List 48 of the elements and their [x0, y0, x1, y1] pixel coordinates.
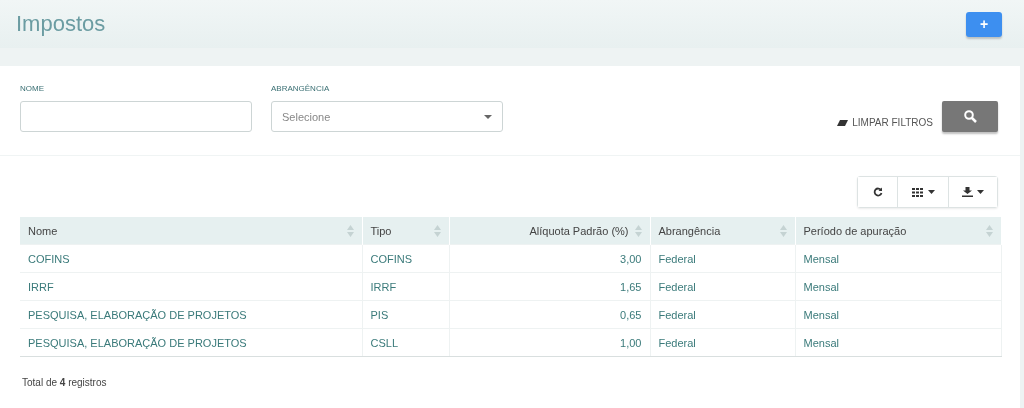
refresh-icon — [872, 187, 883, 197]
table-cell: Federal — [650, 328, 795, 357]
table-cell: 1,65 — [449, 272, 650, 301]
caret-icon — [927, 190, 935, 194]
select-field[interactable]: Selecione — [271, 101, 503, 132]
column-header[interactable]: Abrangência — [650, 217, 795, 245]
table-cell: 3,00 — [449, 244, 650, 273]
record-count: Total de 4 registros — [22, 377, 107, 388]
search-button[interactable] — [942, 101, 998, 132]
sort-icon — [433, 224, 441, 237]
table-cell: COFINS — [20, 244, 362, 273]
table-cell: Federal — [650, 272, 795, 301]
columns-button[interactable] — [898, 177, 949, 207]
table-cell: 0,65 — [449, 300, 650, 329]
field-label: ABRANGÊNCIA — [271, 84, 331, 94]
grid-icon — [911, 187, 924, 197]
input-field[interactable] — [20, 101, 252, 132]
sort-icon — [346, 224, 354, 237]
column-header[interactable]: Nome — [20, 217, 362, 245]
table-cell: PESQUISA, ELABORAÇÃO DE PROJETOS — [20, 328, 362, 357]
table-cell: PIS — [362, 300, 449, 329]
table-cell: Federal — [650, 244, 795, 273]
sort-icon — [779, 224, 787, 237]
refresh-button[interactable] — [858, 177, 898, 207]
table-cell: Mensal — [795, 244, 1002, 273]
caret-icon — [977, 190, 984, 194]
table-cell: CSLL — [362, 328, 449, 357]
search-icon — [963, 110, 977, 123]
eraser-icon — [837, 119, 849, 126]
table-cell: Federal — [650, 300, 795, 329]
table-cell: 1,00 — [449, 328, 650, 357]
table-cell: Mensal — [795, 328, 1002, 357]
page-title: Impostos — [16, 11, 106, 37]
table-cell: IRRF — [20, 272, 362, 301]
column-header[interactable]: Tipo — [362, 217, 449, 245]
column-header[interactable]: Alíquota Padrão (%) — [449, 217, 650, 245]
clear-filters-link[interactable]: LIMPAR FILTROS — [837, 117, 933, 128]
table-cell: Mensal — [795, 272, 1002, 301]
download-icon — [962, 187, 973, 197]
table-cell: PESQUISA, ELABORAÇÃO DE PROJETOS — [20, 300, 362, 329]
export-button[interactable] — [949, 177, 997, 207]
table-cell: Mensal — [795, 300, 1002, 329]
table-cell: COFINS — [362, 244, 449, 273]
sort-icon — [634, 224, 642, 237]
field-label: NOME — [20, 84, 45, 94]
sort-icon — [986, 224, 993, 237]
column-header[interactable]: Período de apuração — [795, 217, 1002, 245]
table-cell: IRRF — [362, 272, 449, 301]
